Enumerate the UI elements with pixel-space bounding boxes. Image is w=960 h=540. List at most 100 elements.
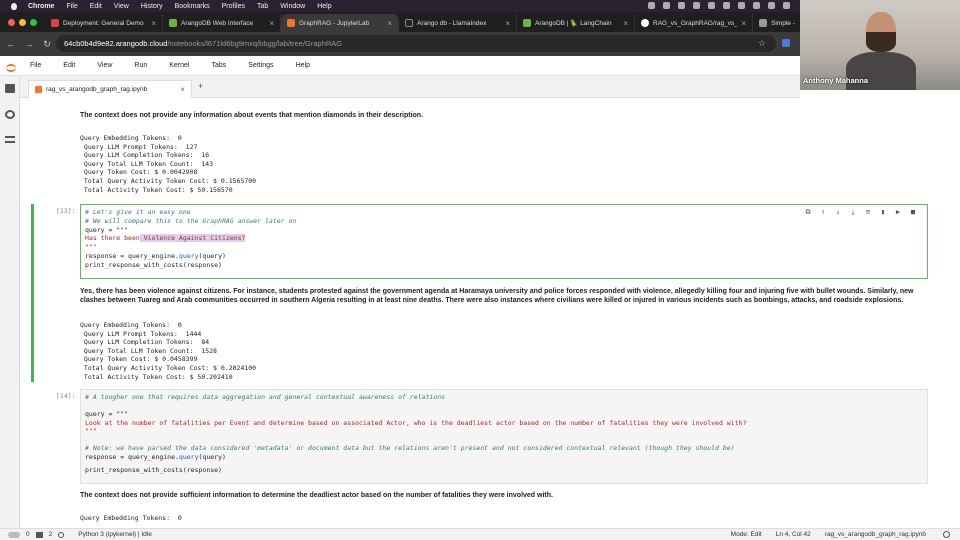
output-answer: The context does not provide any informa… (80, 112, 424, 119)
simple-mode-toggle[interactable] (8, 531, 20, 538)
browser-tab[interactable]: Arango db - LlamaIndex × (399, 14, 517, 32)
code-line: (query) (198, 251, 226, 260)
running-kernels-icon[interactable] (5, 110, 15, 119)
jmenu-kernel[interactable]: Kernel (169, 62, 189, 69)
browser-tab[interactable]: Deployment: General Demo × (45, 14, 163, 32)
jmenu-edit[interactable]: Edit (63, 62, 75, 69)
menu-file[interactable]: File (66, 3, 77, 10)
apple-icon[interactable] (10, 2, 20, 10)
status-icon[interactable] (738, 2, 745, 9)
terminal-count[interactable]: 0 (26, 531, 30, 538)
menu-app-name[interactable]: Chrome (28, 3, 54, 10)
close-tab-icon[interactable]: × (741, 19, 746, 28)
stop-icon[interactable]: ■ (909, 208, 917, 216)
browser-tab[interactable]: RAG_vs_GraphRAG/rag_vs_... × (635, 14, 753, 32)
jmenu-run[interactable]: Run (134, 62, 147, 69)
new-launcher-plus-icon[interactable]: + (198, 81, 203, 91)
kernel-icon[interactable] (58, 531, 65, 538)
back-icon[interactable]: ← (4, 39, 18, 49)
close-tab-icon[interactable]: × (505, 19, 510, 28)
menu-tab[interactable]: Tab (257, 3, 268, 10)
terminal-icon[interactable] (35, 531, 43, 538)
status-icon[interactable] (663, 2, 670, 9)
status-bar: 0 2 Python 3 (ipykernel) | Idle Mode: Ed… (0, 528, 960, 540)
minimize-window-button[interactable] (19, 19, 26, 26)
move-up-icon[interactable]: ↑ (819, 208, 827, 216)
duplicate-cell-icon[interactable]: ⧉ (804, 208, 812, 216)
code-line: query = """ (85, 225, 129, 234)
webcam-overlay: Anthony Mahanna (800, 0, 960, 90)
notebook-tab[interactable]: rag_vs_arangodb_graph_rag.ipynb × (28, 80, 192, 98)
output-answer: The context does not provide sufficient … (80, 492, 553, 499)
tab-title: ArangoDB | 🦜 LangChain (535, 20, 612, 27)
presenter-name: Anthony Mahanna (803, 76, 868, 85)
tab-favicon-icon (523, 19, 531, 27)
status-icon[interactable] (768, 2, 775, 9)
delete-cell-icon[interactable]: ▮ (879, 208, 887, 216)
status-filename: rag_vs_arangodb_graph_rag.ipynb (824, 531, 926, 538)
status-icon[interactable] (648, 2, 655, 9)
cell-output: Yes, there has been violence against cit… (80, 288, 928, 305)
menu-view[interactable]: View (114, 3, 129, 10)
kernel-status[interactable]: Python 3 (ipykernel) | Idle (78, 531, 152, 538)
format-icon[interactable]: ≡ (864, 208, 872, 216)
cell-toolbar: ⧉ ↑ ↓ ⤓ ≡ ▮ ▶ ■ (804, 208, 917, 216)
menu-history[interactable]: History (141, 3, 163, 10)
status-icon[interactable] (783, 2, 790, 9)
close-tab-icon[interactable]: × (269, 19, 274, 28)
notebook-tab-title: rag_vs_arangodb_graph_rag.ipynb (46, 86, 148, 93)
code-cell[interactable]: # A tougher one that requires data aggre… (80, 389, 928, 484)
insert-below-icon[interactable]: ⤓ (849, 208, 857, 216)
status-icon[interactable] (708, 2, 715, 9)
kernel-count[interactable]: 2 (49, 531, 53, 538)
status-icons (648, 2, 790, 9)
code-string: Has there been (85, 234, 140, 243)
browser-tab-active[interactable]: GraphRAG - JupyterLab × (281, 14, 399, 32)
close-tab-icon[interactable]: × (180, 85, 185, 94)
browser-tab[interactable]: ArangoDB Web Interface × (163, 14, 281, 32)
menu-help[interactable]: Help (317, 3, 331, 10)
cursor-position[interactable]: Ln 4, Col 42 (776, 531, 811, 538)
status-icon[interactable] (693, 2, 700, 9)
maximize-window-button[interactable] (30, 19, 37, 26)
notification-bell-icon[interactable] (943, 531, 950, 538)
close-tab-icon[interactable]: × (387, 19, 392, 28)
jmenu-settings[interactable]: Settings (248, 62, 273, 69)
menu-bookmarks[interactable]: Bookmarks (175, 3, 210, 10)
cell-output: The context does not provide any informa… (80, 112, 928, 121)
table-of-contents-icon[interactable] (5, 136, 15, 143)
notebook-panel[interactable]: The context does not provide any informa… (20, 98, 960, 528)
status-icon[interactable] (753, 2, 760, 9)
folder-icon[interactable] (5, 84, 15, 93)
mode-indicator[interactable]: Mode: Edit (731, 531, 762, 538)
menu-window[interactable]: Window (280, 3, 305, 10)
browser-tab[interactable]: ArangoDB | 🦜 LangChain × (517, 14, 635, 32)
jmenu-file[interactable]: File (30, 62, 41, 69)
run-cell-icon[interactable]: ▶ (894, 208, 902, 216)
reload-icon[interactable]: ↻ (40, 39, 54, 50)
menu-profiles[interactable]: Profiles (222, 3, 245, 10)
active-cell-indicator[interactable] (31, 204, 34, 382)
code-cell-editor[interactable]: # Let's give it an easy one # We will co… (80, 204, 928, 279)
close-tab-icon[interactable]: × (623, 19, 628, 28)
tab-title: Deployment: General Demo (63, 19, 144, 27)
status-icon[interactable] (678, 2, 685, 9)
code-comment: # A tougher one that requires data aggre… (85, 393, 446, 401)
document-tab-bar: rag_vs_arangodb_graph_rag.ipynb × + (20, 76, 800, 98)
close-window-button[interactable] (8, 19, 15, 26)
move-down-icon[interactable]: ↓ (834, 208, 842, 216)
tab-title: RAG_vs_GraphRAG/rag_vs_... (653, 19, 738, 27)
jmenu-help[interactable]: Help (296, 62, 310, 69)
menu-edit[interactable]: Edit (90, 3, 102, 10)
status-icon[interactable] (723, 2, 730, 9)
close-tab-icon[interactable]: × (151, 19, 156, 28)
forward-icon[interactable]: → (22, 39, 36, 49)
cell-prompt: [14]: (56, 392, 76, 400)
bookmark-star-icon[interactable]: ☆ (758, 38, 766, 49)
extension-icon[interactable] (782, 39, 790, 47)
output-stats: Query Embedding Tokens: 0 Query LLM Prom… (80, 321, 257, 381)
jmenu-tabs[interactable]: Tabs (211, 62, 226, 69)
tab-favicon-icon (287, 19, 295, 27)
jmenu-view[interactable]: View (97, 62, 112, 69)
url-bar[interactable]: 64cb0b4d9e82.arangodb.cloud/notebooks/l6… (56, 35, 776, 52)
